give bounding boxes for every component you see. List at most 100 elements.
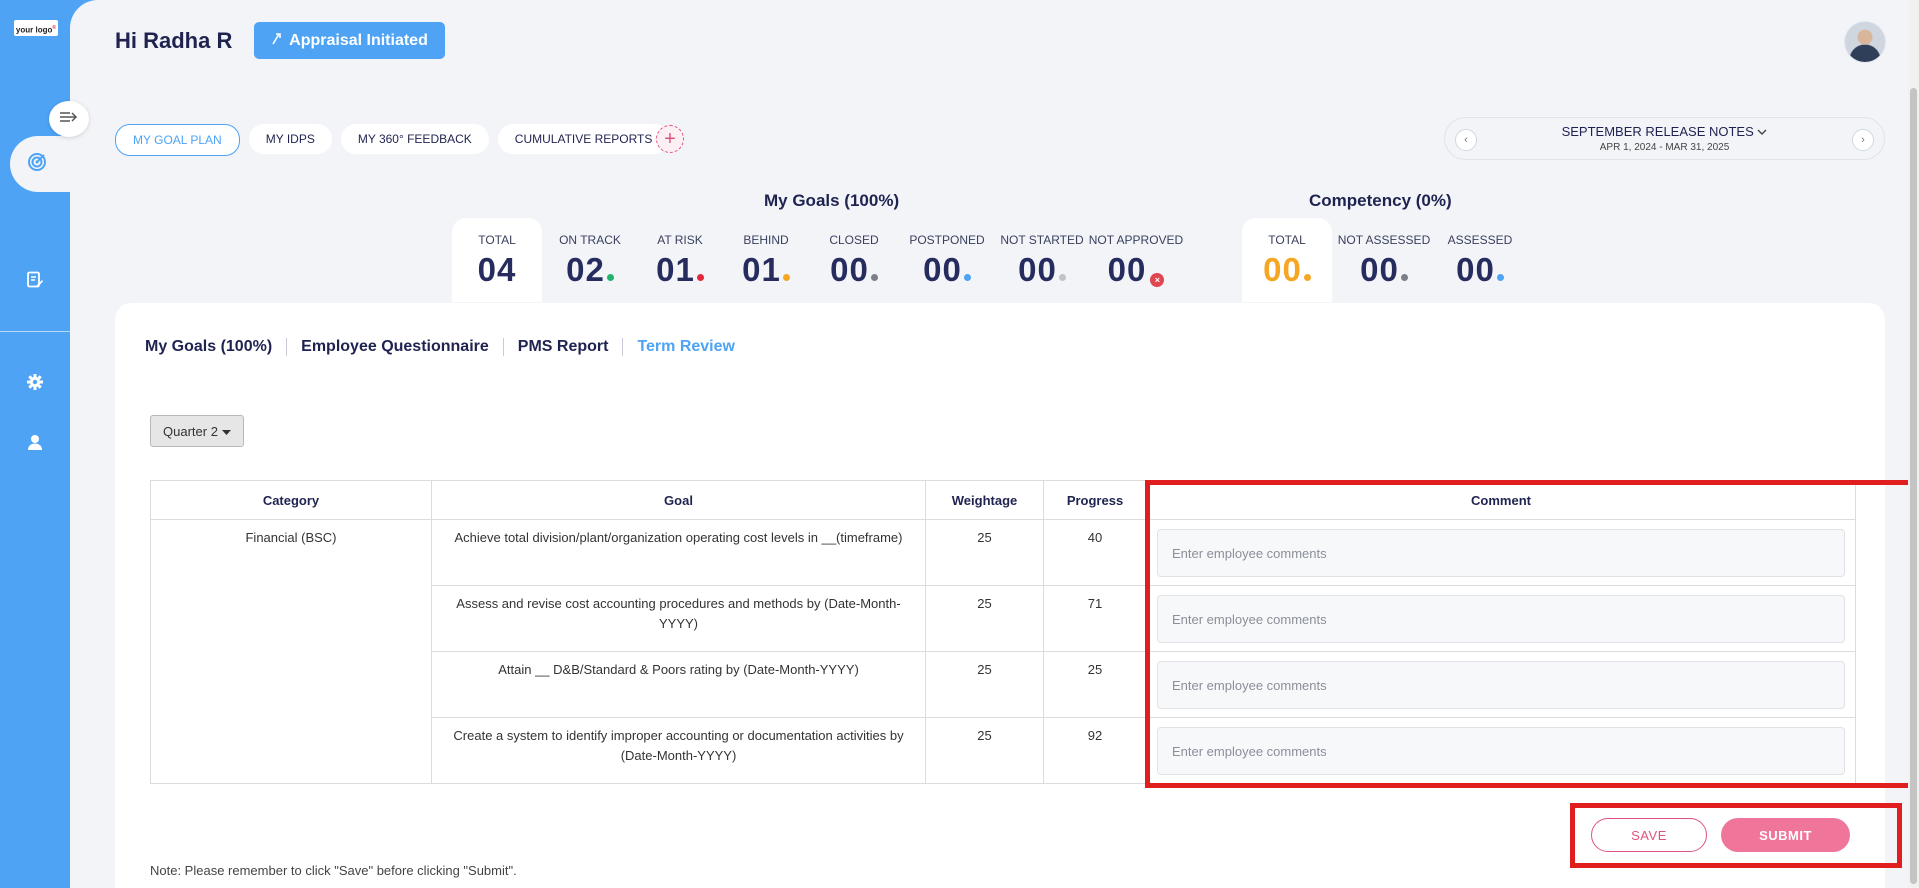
goals-stat-behind[interactable]: BEHIND 01 <box>726 218 806 302</box>
quarter-dropdown-value: Quarter 2 <box>163 423 218 439</box>
status-dot-icon <box>696 274 704 281</box>
close-circle-icon: × <box>1150 273 1165 287</box>
status-dot-icon <box>1058 274 1066 281</box>
status-dot-icon <box>870 274 878 281</box>
save-button[interactable]: SAVE <box>1591 818 1707 852</box>
company-logo[interactable]: your logo® <box>14 20 58 36</box>
my-goals-summary-title: My Goals (100%) <box>764 191 900 210</box>
subtab-employee-questionnaire[interactable]: Employee Questionnaire <box>287 338 504 356</box>
tab-my-goal-plan[interactable]: MY GOAL PLAN <box>115 124 240 156</box>
sidebar-collapse-button[interactable] <box>49 101 89 137</box>
submit-button[interactable]: SUBMIT <box>1721 818 1850 852</box>
competency-summary-title: Competency (0%) <box>1309 191 1452 210</box>
sidebar-item-settings[interactable] <box>24 373 46 395</box>
stat-label: NOT ASSESSED <box>1337 233 1431 247</box>
save-submit-note: Note: Please remember to click "Save" be… <box>150 863 517 878</box>
appraisal-status-button[interactable]: Appraisal Initiated <box>254 22 445 59</box>
employee-comment-input[interactable] <box>1157 595 1845 643</box>
stat-value: 00 × <box>1088 251 1184 289</box>
stat-label: TOTAL <box>478 233 516 247</box>
stat-value: 00 <box>1336 251 1432 289</box>
progress-cell: 25 <box>1043 651 1147 718</box>
competency-stat-not-assessed[interactable]: NOT ASSESSED 00 <box>1336 218 1432 302</box>
stat-label: ASSESSED <box>1447 233 1513 247</box>
goals-stat-closed[interactable]: CLOSED 00 <box>814 218 894 302</box>
tab-my-360-feedback[interactable]: MY 360° FEEDBACK <box>340 124 489 154</box>
stat-label: BEHIND <box>743 233 789 247</box>
goals-stat-not-approved[interactable]: NOT APPROVED 00 × <box>1088 218 1184 302</box>
caret-down-icon <box>221 424 231 439</box>
stat-label: CLOSED <box>829 233 879 247</box>
add-tab-button[interactable]: + <box>656 125 684 153</box>
goals-stat-at-risk[interactable]: AT RISK 01 <box>640 218 720 302</box>
sidebar-item-profile[interactable] <box>24 433 46 455</box>
stat-value: 04 <box>477 251 517 288</box>
status-dot-icon <box>963 274 971 281</box>
goals-card: My Goals (100%) Employee Questionnaire P… <box>115 303 1885 888</box>
stat-value: 01 <box>640 251 720 289</box>
weightage-cell: 25 <box>925 717 1044 784</box>
plus-icon: + <box>664 128 676 150</box>
stat-value: 02 <box>545 251 635 289</box>
tab-my-idps[interactable]: MY IDPS <box>248 124 332 154</box>
release-notes-selector[interactable]: ‹ SEPTEMBER RELEASE NOTES APR 1, 2024 - … <box>1444 117 1885 160</box>
competency-stat-total[interactable]: TOTAL 00 <box>1242 218 1332 302</box>
weightage-cell: 25 <box>925 585 1044 652</box>
comment-cell <box>1146 717 1856 784</box>
scrollbar-thumb[interactable] <box>1910 88 1917 884</box>
column-header-goal: Goal <box>431 480 926 520</box>
main-content: Hi Radha R Appraisal Initiated MY GOAL P… <box>70 0 1919 888</box>
chevron-right-icon: › <box>1861 134 1865 146</box>
goal-cell: Assess and revise cost accounting proced… <box>431 585 926 652</box>
goal-cell: Create a system to identify improper acc… <box>431 717 926 784</box>
table-row: Financial (BSC) Achieve total division/p… <box>150 519 1856 784</box>
status-dot-icon <box>1400 274 1408 281</box>
sidebar-divider <box>0 331 70 332</box>
release-notes-title[interactable]: SEPTEMBER RELEASE NOTES <box>1445 124 1884 139</box>
stat-label: ON TRACK <box>559 233 621 247</box>
subtab-pms-report[interactable]: PMS Report <box>504 338 624 356</box>
stat-value: 01 <box>726 251 806 289</box>
employee-comment-input[interactable] <box>1157 529 1845 577</box>
column-header-weightage: Weightage <box>925 480 1044 520</box>
stat-value: 00 <box>902 251 992 289</box>
competency-stat-assessed[interactable]: ASSESSED 00 <box>1439 218 1521 302</box>
comment-cell <box>1146 519 1856 586</box>
document-edit-icon <box>26 271 44 294</box>
status-dot-icon <box>606 274 614 281</box>
stat-value: 00 <box>1439 251 1521 289</box>
goal-cell: Achieve total division/plant/organizatio… <box>431 519 926 586</box>
greeting-title: Hi Radha R <box>115 28 233 53</box>
column-header-comment: Comment <box>1146 480 1856 520</box>
expand-arrow-icon <box>59 110 79 129</box>
goals-stat-on-track[interactable]: ON TRACK 02 <box>545 218 635 302</box>
stat-label: NOT APPROVED <box>1088 233 1184 247</box>
goals-stat-not-started[interactable]: NOT STARTED 00 <box>999 218 1085 302</box>
target-icon <box>27 152 47 177</box>
progress-cell: 71 <box>1043 585 1147 652</box>
tab-cumulative-reports[interactable]: CUMULATIVE REPORTS <box>497 124 670 154</box>
subtab-my-goals[interactable]: My Goals (100%) <box>145 338 288 356</box>
stat-label: AT RISK <box>657 233 703 247</box>
stat-label: POSTPONED <box>909 233 985 247</box>
release-prev-button[interactable]: ‹ <box>1455 129 1477 151</box>
appraisal-status-label: Appraisal Initiated <box>289 31 428 49</box>
stat-value: 00 <box>999 251 1085 289</box>
employee-comment-input[interactable] <box>1157 661 1845 709</box>
goals-stat-postponed[interactable]: POSTPONED 00 <box>902 218 992 302</box>
release-next-button[interactable]: › <box>1852 129 1874 151</box>
comment-cell <box>1146 651 1856 718</box>
page-scrollbar[interactable] <box>1908 0 1919 888</box>
progress-cell: 92 <box>1043 717 1147 784</box>
subtab-term-review[interactable]: Term Review <box>623 338 749 356</box>
progress-cell: 40 <box>1043 519 1147 586</box>
sidebar-item-reports[interactable] <box>24 271 46 293</box>
goal-cell: Attain __ D&B/Standard & Poors rating by… <box>431 651 926 718</box>
employee-comment-input[interactable] <box>1157 727 1845 775</box>
review-subtabs: My Goals (100%) Employee Questionnaire P… <box>145 338 749 356</box>
status-dot-icon <box>1303 274 1311 281</box>
avatar[interactable] <box>1844 21 1886 63</box>
goals-stat-total[interactable]: TOTAL 04 <box>452 218 542 302</box>
quarter-dropdown[interactable]: Quarter 2 <box>150 415 244 447</box>
term-review-table: Category Goal Weightage Progress Comment… <box>150 480 1856 784</box>
